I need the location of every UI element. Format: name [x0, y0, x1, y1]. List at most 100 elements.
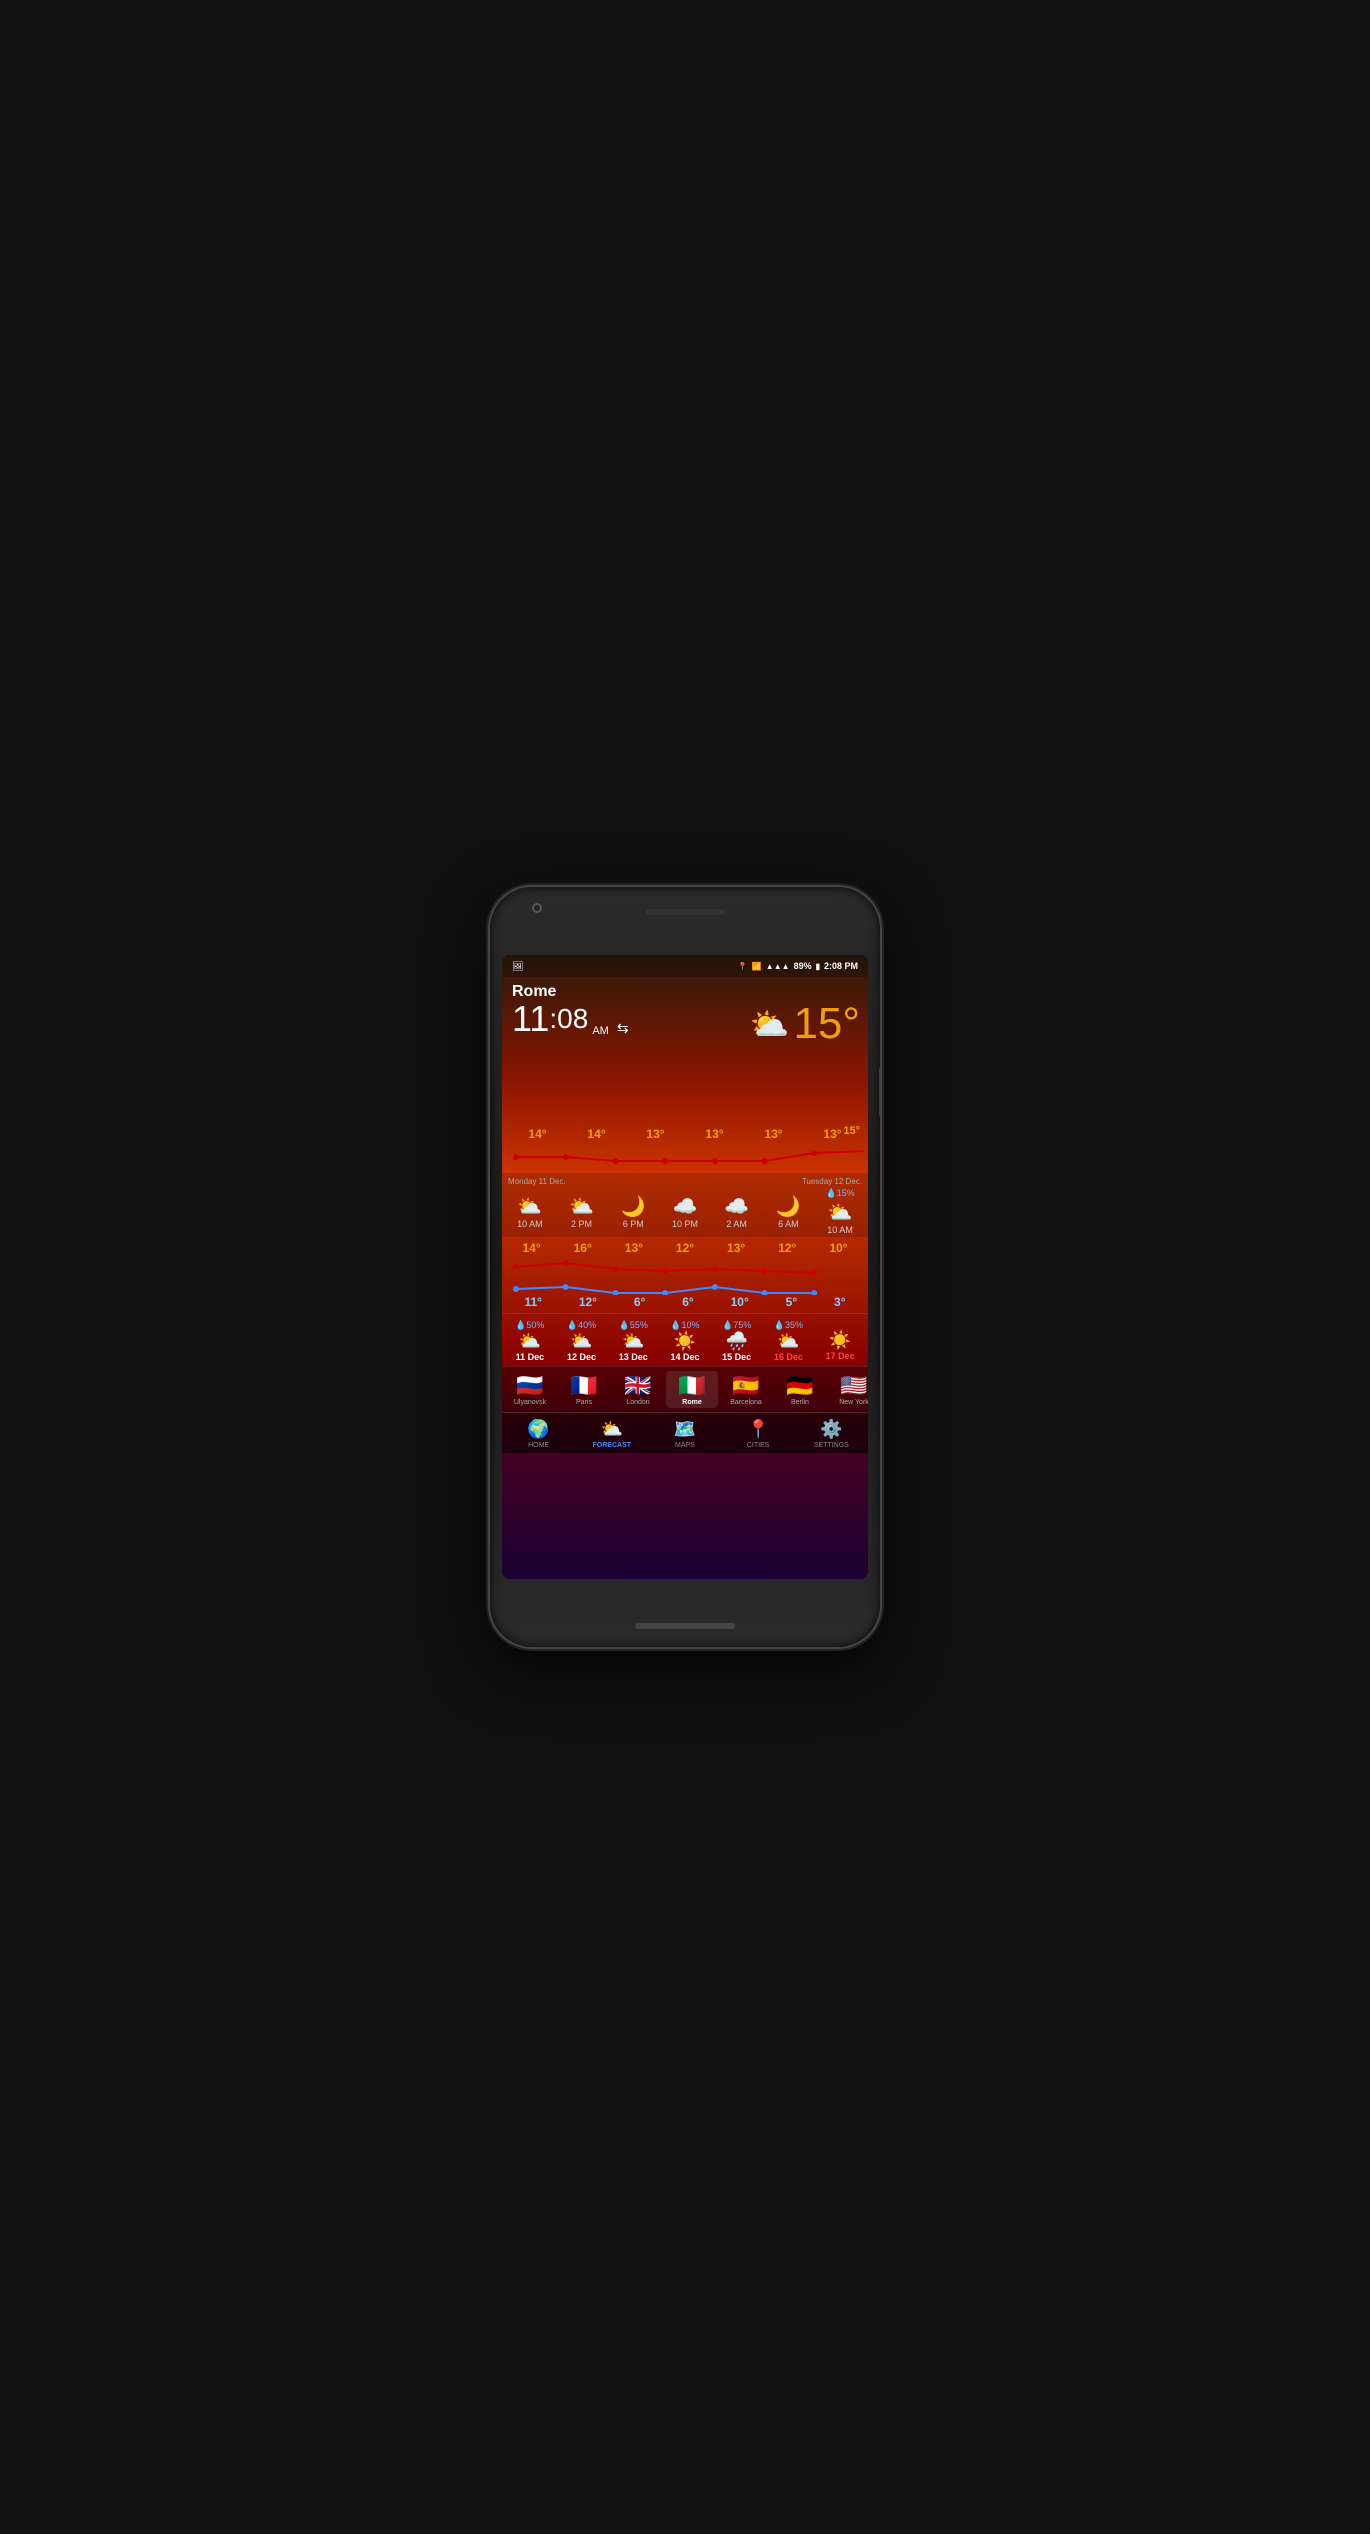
current-weather-icon: ⛅: [750, 1005, 790, 1043]
day-item-4: 💧75% 🌧️ 15 Dec: [714, 1320, 760, 1362]
lo-graph-svg: [506, 1275, 864, 1295]
time-minutes: 08: [557, 1005, 588, 1033]
flag-paris: 🇫🇷: [570, 1373, 597, 1399]
hour-icon-3: ☁️: [673, 1194, 698, 1219]
city-flag-ulyanovsk[interactable]: 🇷🇺 Ulyanovsk: [504, 1371, 556, 1408]
day-item-2: 💧55% ⛅ 13 Dec: [610, 1320, 656, 1362]
flag-berlin: 🇩🇪: [786, 1373, 813, 1399]
flag-ulyanovsk: 🇷🇺: [516, 1373, 543, 1399]
city-flag-name-ulyanovsk: Ulyanovsk: [514, 1399, 546, 1406]
day-icon-0: ⛅: [519, 1331, 541, 1352]
time-ampm: AM: [592, 1025, 609, 1037]
top-temp-1: 14°: [577, 1127, 617, 1141]
top-graph-section: 15° 14° 14° 13° 13° 13° 13°: [502, 1127, 868, 1171]
weather-app: 🖼 📍 📶 ▲▲▲ 89% ▮ 2:08 PM Rome 11 :: [502, 955, 868, 1579]
phone-camera: [532, 903, 542, 913]
side-button: [879, 1067, 880, 1117]
day-icon-6: ☀️: [829, 1330, 851, 1351]
home-icon: 🌍: [527, 1419, 549, 1440]
hour-time-5: 6 AM: [778, 1219, 799, 1229]
daily-forecast: 💧50% ⛅ 11 Dec 💧40% ⛅ 12 Dec 💧55% ⛅ 13 De…: [502, 1313, 868, 1366]
city-flag-rome[interactable]: 🇮🇹 Rome: [666, 1371, 718, 1408]
city-flag-barcelona[interactable]: 🇪🇸 Barcelona: [720, 1371, 772, 1408]
hi-temp-row: 14° 16° 13° 12° 13° 12° 10°: [506, 1241, 864, 1255]
nav-home[interactable]: 🌍 HOME: [514, 1419, 564, 1449]
city-flag-paris[interactable]: 🇫🇷 Paris: [558, 1371, 610, 1408]
day-name-4: 15 Dec: [722, 1352, 751, 1362]
hour-time-2: 6 PM: [623, 1219, 644, 1229]
status-right: 📍 📶 ▲▲▲ 89% ▮ 2:08 PM: [738, 961, 858, 971]
cities-flags-row: 🇷🇺 Ulyanovsk 🇫🇷 Paris 🇬🇧 London 🇮🇹 Rome: [502, 1366, 868, 1412]
hi-temp-3: 12°: [676, 1241, 694, 1255]
day-name-1: 12 Dec: [567, 1352, 596, 1362]
hour-icon-2: 🌙: [621, 1194, 646, 1219]
settings-label: SETTINGS: [814, 1442, 849, 1449]
forecast-icon: ⛅: [601, 1419, 623, 1440]
day-name-5: 16 Dec: [774, 1352, 803, 1362]
day-precip-1: 💧40%: [567, 1320, 596, 1331]
cities-label: CITIES: [747, 1442, 770, 1449]
hour-icon-1: ⛅: [569, 1194, 594, 1219]
status-left: 🖼: [512, 961, 523, 972]
top-temp-4: 13°: [754, 1127, 794, 1141]
phone-device: 🖼 📍 📶 ▲▲▲ 89% ▮ 2:08 PM Rome 11 :: [490, 887, 880, 1647]
location-icon: 📍: [738, 962, 748, 971]
hi-temp-0: 14°: [522, 1241, 540, 1255]
city-flag-london[interactable]: 🇬🇧 London: [612, 1371, 664, 1408]
day-headers: Monday 11 Dec. Tuesday 12 Dec.: [504, 1177, 866, 1186]
day-name-0: 11 Dec: [516, 1352, 545, 1362]
top-right-temp: 15°: [843, 1125, 860, 1137]
lo-temp-0: 11°: [524, 1295, 541, 1309]
city-flag-name-berlin: Berlin: [791, 1399, 809, 1406]
nav-forecast[interactable]: ⛅ FORECAST: [587, 1419, 637, 1449]
bottom-nav: 🌍 HOME ⛅ FORECAST 🗺️ MAPS 📍 CITIES ⚙️: [502, 1412, 868, 1453]
day-precip-0: 💧50%: [515, 1320, 544, 1331]
lo-temp-3: 6°: [682, 1295, 693, 1309]
home-button[interactable]: [635, 1623, 735, 1629]
day-precip-5: 💧35%: [774, 1320, 803, 1331]
hour-time-1: 2 PM: [571, 1219, 592, 1229]
status-time: 2:08 PM: [824, 961, 858, 971]
top-temp-2: 13°: [636, 1127, 676, 1141]
hourly-items: ⛅ 10 AM ⛅ 2 PM 🌙 6 PM ☁️ 10 PM: [504, 1188, 866, 1235]
hour-precip-6: 💧15%: [825, 1188, 854, 1199]
nav-maps[interactable]: 🗺️ MAPS: [660, 1419, 710, 1449]
wifi-icon: 📶: [752, 962, 762, 971]
hourly-forecast-section: Monday 11 Dec. Tuesday 12 Dec. ⛅ 10 AM ⛅…: [502, 1173, 868, 1237]
city-flag-berlin[interactable]: 🇩🇪 Berlin: [774, 1371, 826, 1408]
maps-icon: 🗺️: [674, 1419, 696, 1440]
hour-time-3: 10 PM: [672, 1219, 698, 1229]
hour-time-4: 2 AM: [726, 1219, 747, 1229]
flag-london: 🇬🇧: [624, 1373, 651, 1399]
day-precip-4: 💧75%: [722, 1320, 751, 1331]
hi-temp-1: 16°: [574, 1241, 592, 1255]
city-flag-newyork[interactable]: 🇺🇸 New York: [828, 1371, 868, 1408]
hi-temp-6: 10°: [829, 1241, 847, 1255]
lo-temp-2: 6°: [634, 1295, 645, 1309]
maps-label: MAPS: [675, 1442, 695, 1449]
current-temp: 15°: [793, 999, 860, 1049]
city-flag-name-rome: Rome: [682, 1399, 701, 1406]
second-graph-section: 14° 16° 13° 12° 13° 12° 10°: [502, 1237, 868, 1309]
lo-temp-6: 3°: [834, 1295, 845, 1309]
day-icon-5: ⛅: [777, 1331, 799, 1352]
day-icon-3: ☀️: [674, 1331, 696, 1352]
phone-speaker: [645, 909, 725, 915]
city-flag-name-barcelona: Barcelona: [730, 1399, 762, 1406]
share-icon[interactable]: ⇆: [617, 1020, 629, 1037]
hour-item-6: 💧15% ⛅ 10 AM: [818, 1188, 862, 1235]
status-bar: 🖼 📍 📶 ▲▲▲ 89% ▮ 2:08 PM: [502, 955, 868, 977]
hour-item-5: 🌙 6 AM: [766, 1194, 810, 1229]
day-icon-1: ⛅: [570, 1331, 592, 1352]
lo-temp-5: 5°: [786, 1295, 797, 1309]
lo-temp-row: 11° 12° 6° 6° 10° 5° 3°: [506, 1295, 864, 1309]
nav-settings[interactable]: ⚙️ SETTINGS: [806, 1419, 856, 1449]
nav-cities[interactable]: 📍 CITIES: [733, 1419, 783, 1449]
flag-barcelona: 🇪🇸: [732, 1373, 759, 1399]
top-temp-3: 13°: [695, 1127, 735, 1141]
hour-item-3: ☁️ 10 PM: [663, 1194, 707, 1229]
day-item-1: 💧40% ⛅ 12 Dec: [559, 1320, 605, 1362]
city-flag-name-newyork: New York: [839, 1399, 868, 1406]
hi-temp-2: 13°: [625, 1241, 643, 1255]
day-name-2: 13 Dec: [619, 1352, 648, 1362]
